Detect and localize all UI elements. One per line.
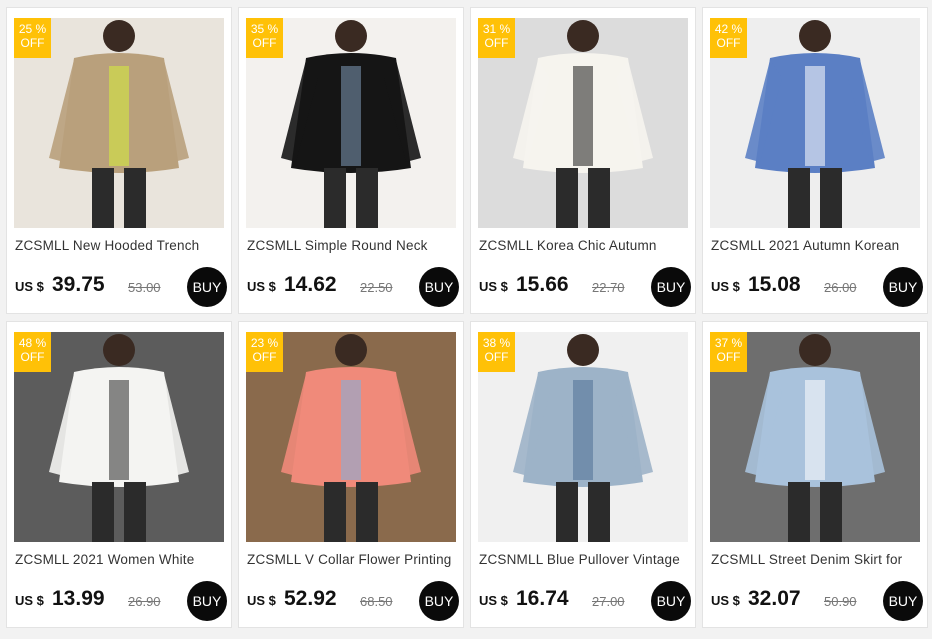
price-row: US $ 32.07 50.90 BUY [711, 581, 923, 621]
product-card[interactable]: 48 % OFF ZCSMLL 2021 Women White US $ 13… [6, 321, 232, 628]
discount-off-label: OFF [484, 350, 509, 364]
product-card[interactable]: 42 % OFF ZCSMLL 2021 Autumn Korean US $ … [702, 7, 928, 314]
discount-badge: 37 % OFF [710, 332, 747, 372]
discount-percent: 25 % [18, 22, 47, 36]
discount-off-label: OFF [20, 36, 45, 50]
discount-badge: 23 % OFF [246, 332, 283, 372]
currency-label: US $ [479, 593, 508, 608]
discount-off-label: OFF [252, 350, 277, 364]
discount-percent: 38 % [482, 336, 511, 350]
product-card[interactable]: 25 % OFF ZCSMLL New Hooded Trench US $ 3… [6, 7, 232, 314]
product-title[interactable]: ZCSMLL 2021 Autumn Korean [711, 238, 921, 253]
price: 14.62 [284, 273, 337, 296]
discount-percent: 23 % [250, 336, 279, 350]
original-price: 27.00 [592, 594, 625, 609]
product-grid: 25 % OFF ZCSMLL New Hooded Trench US $ 3… [6, 7, 928, 628]
buy-button[interactable]: BUY [883, 581, 923, 621]
discount-badge: 25 % OFF [14, 18, 51, 58]
product-title[interactable]: ZCSMLL Street Denim Skirt for [711, 552, 921, 567]
buy-button[interactable]: BUY [883, 267, 923, 307]
discount-percent: 48 % [18, 336, 47, 350]
product-card[interactable]: 23 % OFF ZCSMLL V Collar Flower Printing… [238, 321, 464, 628]
price: 13.99 [52, 587, 105, 610]
buy-button[interactable]: BUY [419, 267, 459, 307]
buy-button[interactable]: BUY [187, 581, 227, 621]
price-row: US $ 39.75 53.00 BUY [15, 267, 227, 307]
product-card[interactable]: 38 % OFF ZCSNMLL Blue Pullover Vintage U… [470, 321, 696, 628]
discount-off-label: OFF [484, 36, 509, 50]
currency-label: US $ [15, 279, 44, 294]
discount-badge: 35 % OFF [246, 18, 283, 58]
discount-badge: 42 % OFF [710, 18, 747, 58]
original-price: 53.00 [128, 280, 161, 295]
currency-label: US $ [479, 279, 508, 294]
price: 15.08 [748, 273, 801, 296]
discount-off-label: OFF [20, 350, 45, 364]
currency-label: US $ [247, 279, 276, 294]
original-price: 50.90 [824, 594, 857, 609]
discount-badge: 31 % OFF [478, 18, 515, 58]
discount-off-label: OFF [716, 36, 741, 50]
discount-percent: 42 % [714, 22, 743, 36]
price-row: US $ 52.92 68.50 BUY [247, 581, 459, 621]
price: 52.92 [284, 587, 337, 610]
price-row: US $ 15.66 22.70 BUY [479, 267, 691, 307]
product-title[interactable]: ZCSMLL 2021 Women White [15, 552, 225, 567]
product-card[interactable]: 31 % OFF ZCSMLL Korea Chic Autumn US $ 1… [470, 7, 696, 314]
buy-button[interactable]: BUY [651, 267, 691, 307]
original-price: 22.70 [592, 280, 625, 295]
buy-button[interactable]: BUY [187, 267, 227, 307]
product-title[interactable]: ZCSMLL New Hooded Trench [15, 238, 225, 253]
product-card[interactable]: 37 % OFF ZCSMLL Street Denim Skirt for U… [702, 321, 928, 628]
buy-button[interactable]: BUY [651, 581, 691, 621]
discount-percent: 31 % [482, 22, 511, 36]
product-card[interactable]: 35 % OFF ZCSMLL Simple Round Neck US $ 1… [238, 7, 464, 314]
discount-off-label: OFF [252, 36, 277, 50]
discount-percent: 37 % [714, 336, 743, 350]
discount-percent: 35 % [250, 22, 279, 36]
original-price: 68.50 [360, 594, 393, 609]
product-title[interactable]: ZCSMLL Simple Round Neck [247, 238, 457, 253]
price: 39.75 [52, 273, 105, 296]
price-row: US $ 16.74 27.00 BUY [479, 581, 691, 621]
price: 32.07 [748, 587, 801, 610]
price-row: US $ 13.99 26.90 BUY [15, 581, 227, 621]
original-price: 26.00 [824, 280, 857, 295]
discount-badge: 38 % OFF [478, 332, 515, 372]
product-title[interactable]: ZCSMLL Korea Chic Autumn [479, 238, 689, 253]
price-row: US $ 15.08 26.00 BUY [711, 267, 923, 307]
currency-label: US $ [711, 279, 740, 294]
price: 16.74 [516, 587, 569, 610]
product-title[interactable]: ZCSMLL V Collar Flower Printing [247, 552, 457, 567]
original-price: 26.90 [128, 594, 161, 609]
discount-off-label: OFF [716, 350, 741, 364]
price-row: US $ 14.62 22.50 BUY [247, 267, 459, 307]
currency-label: US $ [711, 593, 740, 608]
buy-button[interactable]: BUY [419, 581, 459, 621]
currency-label: US $ [247, 593, 276, 608]
product-title[interactable]: ZCSNMLL Blue Pullover Vintage [479, 552, 689, 567]
currency-label: US $ [15, 593, 44, 608]
discount-badge: 48 % OFF [14, 332, 51, 372]
original-price: 22.50 [360, 280, 393, 295]
price: 15.66 [516, 273, 569, 296]
